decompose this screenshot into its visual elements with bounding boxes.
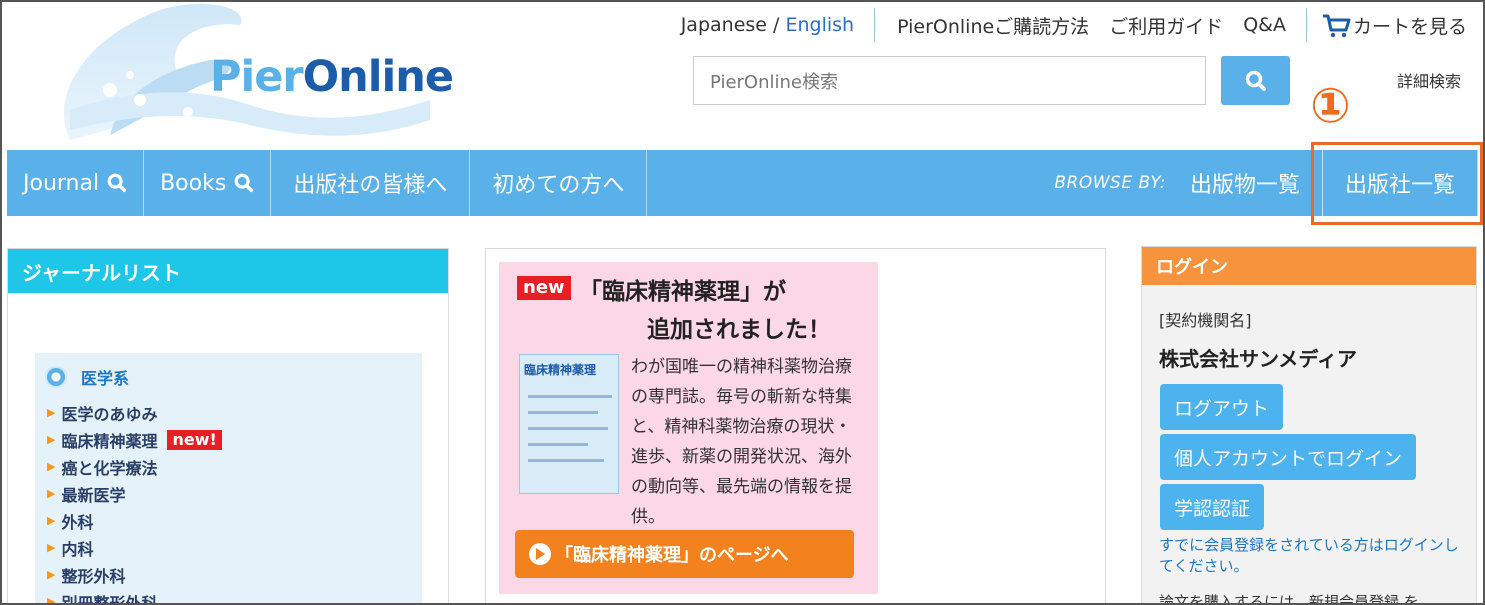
new-badge: new bbox=[517, 276, 571, 300]
new-badge: new! bbox=[167, 429, 222, 450]
arrow-right-icon: ▶ bbox=[47, 541, 56, 554]
lang-separator: / bbox=[766, 14, 786, 36]
lang-japanese-link[interactable]: Japanese bbox=[681, 14, 767, 36]
register-note: 論文を購入するには、新規会員登録 を bbox=[1159, 593, 1419, 605]
list-item[interactable]: ▶ 臨床精神薬理 new! bbox=[47, 426, 422, 453]
journal-page-button[interactable]: 「臨床精神薬理」のページへ bbox=[515, 530, 854, 578]
journal-label: 癌と化学療法 bbox=[61, 458, 158, 478]
list-item[interactable]: ▶ 最新医学 bbox=[47, 480, 422, 507]
arrow-right-icon: ▶ bbox=[47, 514, 56, 527]
subscribe-link[interactable]: PierOnlineご購読方法 bbox=[875, 12, 1099, 39]
journal-list-panel: ジャーナルリスト 医学系 ▶ 医学のあゆみ ▶ 臨床精神薬理 new! ▶ 癌と化学療法… bbox=[7, 248, 449, 605]
category-label: 医学系 bbox=[81, 369, 130, 388]
list-item[interactable]: ▶ 整形外科 bbox=[47, 561, 422, 588]
journal-label: 内科 bbox=[61, 539, 94, 559]
nav-first-time[interactable]: 初めての方へ bbox=[470, 150, 648, 216]
annotation-marker: ① bbox=[1310, 78, 1351, 134]
nav-journal[interactable]: Journal bbox=[7, 150, 145, 216]
journal-list-title: ジャーナルリスト bbox=[8, 249, 448, 293]
advanced-search-link[interactable]: 詳細検索 bbox=[1397, 68, 1461, 92]
list-item[interactable]: ▶ 別冊整形外科 bbox=[47, 588, 422, 605]
cover-line bbox=[528, 427, 608, 430]
journal-label: 医学のあゆみ bbox=[61, 404, 158, 424]
nav-journal-label: Journal bbox=[23, 170, 100, 196]
logo-text-online: Online bbox=[302, 52, 454, 102]
cover-line bbox=[528, 443, 588, 446]
logo-text-pier: Pier bbox=[210, 52, 304, 102]
browse-by-label: BROWSE BY: bbox=[1054, 173, 1166, 193]
arrow-right-icon: ▶ bbox=[47, 595, 56, 605]
journal-cover-image: 臨床精神薬理 bbox=[519, 354, 619, 494]
search-icon bbox=[107, 173, 127, 193]
search-icon bbox=[234, 173, 254, 193]
top-navigation: Japanese / English PierOnlineご購読方法 ご利用ガイ… bbox=[681, 8, 1467, 42]
cart-link[interactable]: カートを見る bbox=[1307, 12, 1467, 39]
cover-line bbox=[528, 411, 598, 414]
language-switcher: Japanese / English bbox=[681, 14, 874, 36]
play-icon bbox=[529, 543, 551, 565]
promo-banner[interactable]: new 「臨床精神薬理」が 追加されました！ 臨床精神薬理 わが国唯一の精神科薬… bbox=[499, 262, 878, 594]
personal-login-button[interactable]: 個人アカウントでログイン bbox=[1160, 434, 1417, 480]
site-logo[interactable]: PierOnline bbox=[10, 0, 454, 140]
cover-line bbox=[528, 459, 604, 462]
institution-label: [契約機関名] bbox=[1159, 311, 1252, 330]
journal-label: 整形外科 bbox=[61, 566, 126, 586]
search-icon bbox=[1245, 70, 1266, 91]
banner-description: わが国唯一の精神科薬物治療の専門誌。毎号の斬新な特集と、精神科薬物治療の現状・進… bbox=[631, 357, 852, 527]
search-input[interactable]: PierOnline検索 bbox=[693, 56, 1206, 105]
cover-line bbox=[528, 395, 612, 398]
list-item[interactable]: ▶ 内科 bbox=[47, 534, 422, 561]
journal-category-box: 医学系 ▶ 医学のあゆみ ▶ 臨床精神薬理 new! ▶ 癌と化学療法 ▶ 最新医学 ▶ 外… bbox=[35, 353, 422, 605]
arrow-right-icon: ▶ bbox=[47, 487, 56, 500]
logo-wordmark: PierOnline bbox=[210, 52, 454, 102]
journal-label: 別冊整形外科 bbox=[61, 593, 158, 605]
circle-icon bbox=[45, 366, 67, 388]
banner-title-line1: 「臨床精神薬理」が bbox=[579, 279, 786, 305]
guide-link[interactable]: ご利用ガイド bbox=[1099, 12, 1233, 39]
arrow-right-icon: ▶ bbox=[47, 433, 56, 446]
cart-label: カートを見る bbox=[1352, 15, 1467, 38]
journal-label: 最新医学 bbox=[61, 485, 126, 505]
arrow-right-icon: ▶ bbox=[47, 568, 56, 581]
journal-page-button-label: 「臨床精神薬理」のページへ bbox=[555, 545, 789, 566]
login-title: ログイン bbox=[1142, 247, 1476, 285]
arrow-right-icon: ▶ bbox=[47, 460, 56, 473]
highlight-box bbox=[1311, 142, 1483, 225]
search-button[interactable] bbox=[1221, 56, 1290, 105]
banner-title-line2: 追加されました！ bbox=[647, 317, 831, 343]
login-note: すでに会員登録をされている方はログインしてください。 bbox=[1159, 536, 1459, 575]
list-item[interactable]: ▶ 癌と化学療法 bbox=[47, 453, 422, 480]
journal-list: ▶ 医学のあゆみ ▶ 臨床精神薬理 new! ▶ 癌と化学療法 ▶ 最新医学 ▶ 外科 ▶ 内… bbox=[47, 399, 422, 605]
nav-books-label: Books bbox=[160, 170, 227, 196]
gakunin-auth-button[interactable]: 学認認証 bbox=[1160, 484, 1265, 530]
list-item[interactable]: ▶ 外科 bbox=[47, 507, 422, 534]
list-item[interactable]: ▶ 医学のあゆみ bbox=[47, 399, 422, 426]
center-panel: new 「臨床精神薬理」が 追加されました！ 臨床精神薬理 わが国唯一の精神科薬… bbox=[485, 248, 1106, 605]
search-placeholder: PierOnline検索 bbox=[710, 71, 838, 93]
journal-label: 外科 bbox=[61, 512, 94, 532]
institution-name: 株式会社サンメディア bbox=[1159, 347, 1357, 371]
logout-button[interactable]: ログアウト bbox=[1160, 384, 1284, 430]
category-medical[interactable]: 医学系 bbox=[45, 365, 422, 389]
cart-icon bbox=[1322, 14, 1351, 38]
main-navigation: Journal Books 出版社の皆様へ 初めての方へ BROWSE BY: … bbox=[7, 150, 1478, 216]
journal-label: 臨床精神薬理 bbox=[61, 431, 158, 451]
lang-english-link[interactable]: English bbox=[785, 14, 854, 36]
nav-publishers-info[interactable]: 出版社の皆様へ bbox=[271, 150, 471, 216]
arrow-right-icon: ▶ bbox=[47, 406, 56, 419]
nav-books[interactable]: Books bbox=[144, 150, 272, 216]
login-panel: ログイン [契約機関名] 株式会社サンメディア ログアウト 個人アカウントでログ… bbox=[1141, 246, 1477, 605]
nav-publications-list[interactable]: 出版物一覧 bbox=[1186, 150, 1322, 216]
cover-title: 臨床精神薬理 bbox=[524, 363, 597, 377]
qa-link[interactable]: Q&A bbox=[1233, 14, 1296, 36]
